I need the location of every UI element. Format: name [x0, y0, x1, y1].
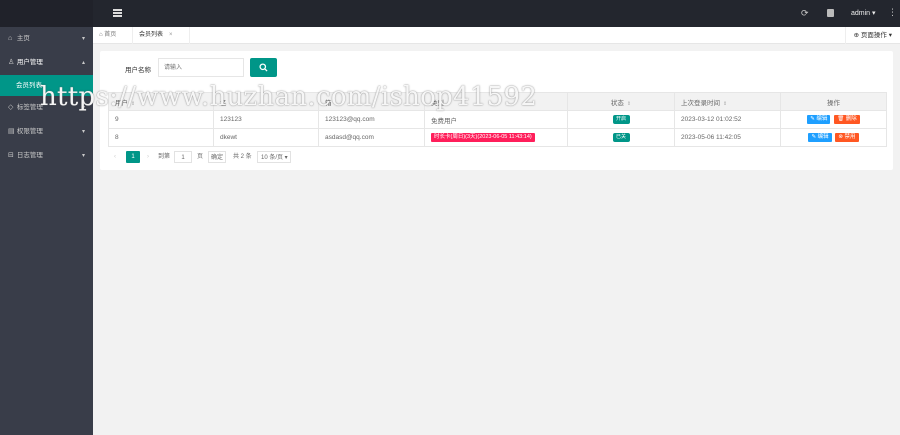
- chevron-down-icon: ▾: [81, 129, 85, 135]
- chevron-down-icon: ▾: [81, 153, 85, 159]
- table-row: 8 dkewt asdasd@qq.com 时长卡(周日)(3天)(2023-0…: [108, 128, 887, 147]
- permission-icon: ▤: [8, 128, 15, 135]
- cell-status: 已关: [567, 128, 675, 147]
- content-card: 用户名称 用户⇕ 名 箱 类型 状态⇕ 上次登录时间⇕ 操作 9 123123 …: [100, 51, 893, 170]
- cell-type: 时长卡(周日)(3天)(2023-06-05 11:43:14): [424, 128, 568, 147]
- tabs-bar: ⌂ 首页 会员列表 × ⊕ 页面操作 ▾: [93, 27, 900, 44]
- column-header-status[interactable]: 状态 ⇕: [567, 92, 675, 111]
- cell-id: 8: [108, 128, 214, 147]
- search-icon: [259, 63, 268, 72]
- sidebar-item-permissions[interactable]: ▤ 权限管理 ▾: [0, 120, 93, 144]
- sidebar-item-logs[interactable]: ⊟ 日志管理 ▾: [0, 144, 93, 168]
- edit-button[interactable]: ✎ 编辑: [807, 115, 831, 124]
- disable-button[interactable]: ⊗ 禁用: [835, 133, 859, 142]
- cell-id: 9: [108, 110, 214, 129]
- home-icon: ⌂: [8, 35, 13, 42]
- goto-confirm-button[interactable]: 确定: [208, 151, 226, 163]
- chevron-down-icon: ▾: [81, 36, 85, 42]
- tag-icon: ◇: [8, 104, 14, 111]
- column-header-actions: 操作: [780, 92, 887, 111]
- page-number-input[interactable]: 1: [174, 151, 192, 163]
- goto-label: 到第: [158, 154, 171, 160]
- top-header: ⟳ admin ▾ ⋮: [93, 0, 900, 27]
- column-header-email: 箱: [318, 92, 425, 111]
- cell-name: dkewt: [213, 128, 319, 147]
- menu-icon[interactable]: [113, 9, 122, 17]
- cell-last-login: 2023-03-12 01:02:52: [674, 110, 781, 129]
- prev-page-icon[interactable]: ‹: [114, 151, 116, 163]
- sidebar-item-label: 主页: [16, 35, 30, 42]
- sidebar: ⌂ 主页 ▾ ♙ 用户管理 ▴ 会员列表 ◇ 标签管理 ▾ ▤ 权限管理 ▾ ⊟…: [0, 27, 93, 435]
- tab-label: 会员列表: [139, 32, 164, 38]
- sort-icon[interactable]: ⇕: [131, 101, 135, 107]
- cell-name: 123123: [213, 110, 319, 129]
- page-operations-button[interactable]: ⊕ 页面操作 ▾: [844, 27, 900, 44]
- log-icon: ⊟: [8, 152, 14, 159]
- cell-type: 免费用户: [424, 110, 568, 129]
- cell-status: 开启: [567, 110, 675, 129]
- search-button[interactable]: [250, 58, 277, 77]
- more-icon[interactable]: ⋮: [888, 7, 897, 18]
- cell-email: 123123@qq.com: [318, 110, 425, 129]
- page-size-select[interactable]: 10 条/页 ▾: [257, 151, 291, 163]
- tab-member-list[interactable]: 会员列表 ×: [133, 27, 190, 44]
- tab-home[interactable]: ⌂ 首页: [93, 27, 133, 44]
- sidebar-item-label: 权限管理: [16, 128, 43, 135]
- member-table: 用户 ⇕ 名 箱 类型 状态 ⇕ 上次登录时间 ⇕ 操作 9 123123 12312…: [108, 92, 887, 147]
- column-header-type: 类型: [424, 92, 568, 111]
- user-icon: ♙: [8, 59, 15, 66]
- chevron-down-icon: ▾: [81, 105, 85, 111]
- refresh-icon[interactable]: ⟳: [801, 8, 809, 19]
- sidebar-item-label: 日志管理: [16, 152, 43, 159]
- cell-actions: ✎ 编辑 🗑 删除: [780, 110, 887, 129]
- sort-icon[interactable]: ⇕: [723, 101, 727, 107]
- status-toggle[interactable]: 开启: [612, 115, 630, 124]
- column-header-id[interactable]: 用户 ⇕: [108, 92, 214, 111]
- page-button-current[interactable]: 1: [126, 151, 140, 163]
- username-search-input[interactable]: [158, 58, 244, 77]
- sidebar-item-label: 标签管理: [16, 104, 43, 111]
- cell-actions: ✎ 编辑 ⊗ 禁用: [780, 128, 887, 147]
- search-label: 用户名称: [125, 67, 151, 74]
- sidebar-item-user-management[interactable]: ♙ 用户管理 ▴: [0, 51, 93, 75]
- sort-icon[interactable]: ⇕: [627, 101, 631, 107]
- membership-badge: 时长卡(周日)(3天)(2023-06-05 11:43:14): [431, 133, 535, 142]
- sidebar-subitem-member-list[interactable]: 会员列表: [0, 75, 93, 96]
- total-count: 共 2 条: [233, 154, 252, 160]
- skin-icon[interactable]: [827, 9, 834, 17]
- next-page-icon[interactable]: ›: [147, 151, 149, 163]
- close-icon[interactable]: ×: [169, 32, 173, 38]
- edit-button[interactable]: ✎ 编辑: [808, 133, 832, 142]
- logo-area: [0, 0, 93, 27]
- cell-last-login: 2023-05-06 11:42:05: [674, 128, 781, 147]
- column-header-last-login[interactable]: 上次登录时间 ⇕: [674, 92, 781, 111]
- chevron-up-icon: ▴: [81, 60, 85, 66]
- table-row: 9 123123 123123@qq.com 免费用户 开启 2023-03-1…: [108, 110, 887, 129]
- sidebar-item-home[interactable]: ⌂ 主页 ▾: [0, 27, 93, 51]
- status-toggle[interactable]: 已关: [612, 133, 630, 142]
- cell-email: asdasd@qq.com: [318, 128, 425, 147]
- user-menu[interactable]: admin ▾: [851, 9, 876, 17]
- column-header-name: 名: [213, 92, 319, 111]
- sidebar-item-label: 用户管理: [16, 59, 43, 66]
- sidebar-item-tags[interactable]: ◇ 标签管理 ▾: [0, 96, 93, 120]
- page-unit-label: 页: [197, 154, 204, 160]
- table-header-row: 用户 ⇕ 名 箱 类型 状态 ⇕ 上次登录时间 ⇕ 操作: [108, 92, 887, 111]
- delete-button[interactable]: 🗑 删除: [834, 115, 860, 124]
